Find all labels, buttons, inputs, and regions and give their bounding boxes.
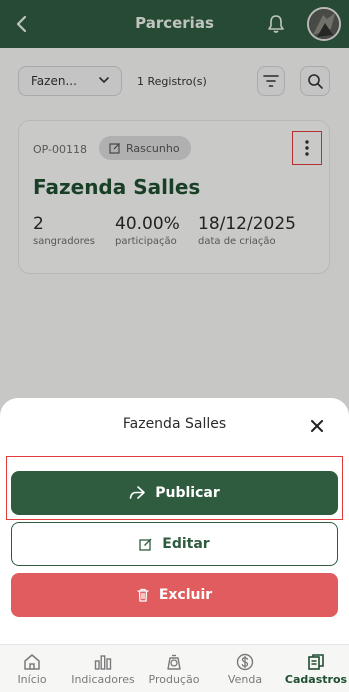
nav-item-inicio[interactable]: Início	[0, 651, 67, 686]
publish-button[interactable]: Publicar	[11, 471, 338, 515]
share-arrow-icon	[129, 486, 146, 499]
bottom-nav: Início Indicadores Produção Venda Cadast…	[0, 644, 349, 692]
edit-icon	[139, 538, 152, 551]
home-icon	[24, 654, 40, 670]
edit-button-label: Editar	[162, 536, 210, 552]
close-button[interactable]	[305, 414, 329, 438]
nav-item-producao[interactable]: Produção	[139, 651, 209, 686]
delete-button[interactable]: Excluir	[11, 573, 338, 617]
nav-item-label: Produção	[148, 673, 200, 686]
actions-bottom-sheet: Fazenda Salles Publicar Editar Excluir	[0, 398, 349, 644]
sheet-title: Fazenda Salles	[122, 416, 227, 432]
bar-chart-icon	[94, 655, 112, 670]
trash-icon	[137, 588, 149, 602]
nav-item-label: Cadastros	[284, 673, 348, 686]
delete-button-label: Excluir	[158, 587, 213, 603]
dollar-icon	[236, 653, 254, 671]
nav-item-venda[interactable]: Venda	[210, 651, 280, 686]
nav-item-label: Venda	[227, 673, 263, 686]
edit-button[interactable]: Editar	[11, 522, 338, 566]
nav-item-cadastros[interactable]: Cadastros	[281, 651, 349, 686]
publish-button-label: Publicar	[155, 485, 220, 501]
app-screen: Parcerias Fazen... 1 Registro(s) OP-0011…	[0, 0, 349, 692]
nav-item-label: Indicadores	[71, 673, 135, 686]
nav-item-indicadores[interactable]: Indicadores	[68, 651, 138, 686]
scale-icon	[167, 654, 181, 670]
nav-item-label: Início	[17, 673, 47, 686]
close-icon	[311, 420, 323, 432]
documents-icon	[308, 654, 324, 670]
